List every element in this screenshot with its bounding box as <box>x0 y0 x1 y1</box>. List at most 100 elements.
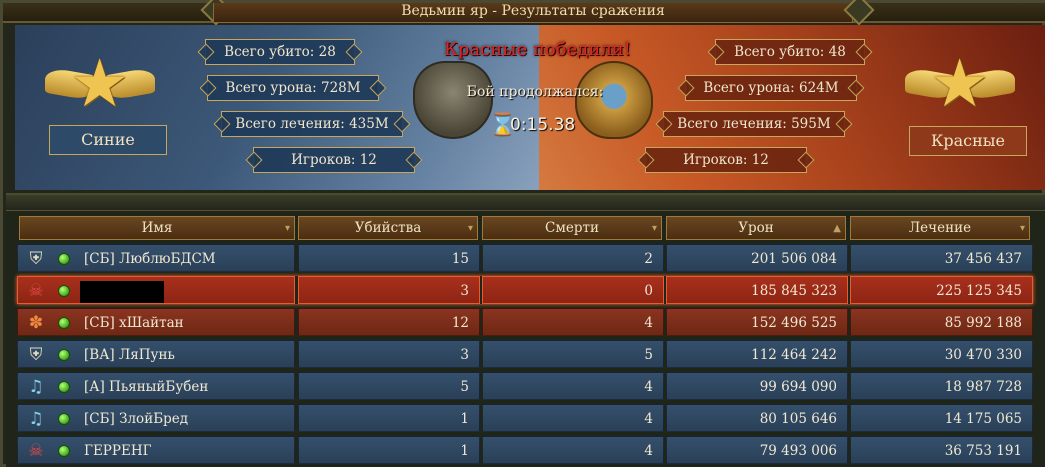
red-team-emblem-icon: ★ <box>905 51 1015 128</box>
table-row[interactable]: ⛨ [ВА] ЛяПунь 3 5 112 464 242 30 470 330 <box>17 340 1033 368</box>
cell-damage: 185 845 323 <box>666 276 848 304</box>
column-header-kills[interactable]: Убийства ▾ <box>298 216 478 240</box>
value-damage: 112 464 242 <box>751 347 837 363</box>
table-row[interactable]: ☠ 3 0 185 845 323 225 125 345 <box>17 276 1033 304</box>
cell-healing: 30 470 330 <box>850 340 1033 368</box>
value-deaths: 4 <box>644 315 653 331</box>
red-faction-crest-icon <box>575 61 653 139</box>
value-deaths: 5 <box>644 347 653 363</box>
cell-damage: 152 496 525 <box>666 308 848 336</box>
chevron-down-icon: ▾ <box>1019 223 1025 234</box>
value-deaths: 4 <box>644 379 653 395</box>
cell-healing: 18 987 728 <box>850 372 1033 400</box>
table-row[interactable]: ⛨ [СБ] ЛюблюБДСМ 15 2 201 506 084 37 456 437 <box>17 244 1033 272</box>
value-damage: 99 694 090 <box>759 379 837 395</box>
redacted-name <box>80 281 164 303</box>
cell-deaths: 4 <box>482 404 664 432</box>
player-name: [А] ПьяныйБубен <box>84 379 209 395</box>
value-deaths: 4 <box>644 443 653 459</box>
battle-summary: ★ Синие Всего убито: 28 Всего урона: 728… <box>15 25 1045 190</box>
value-healing: 18 987 728 <box>944 379 1022 395</box>
window-title: Ведьмин яр - Результаты сражения <box>213 3 853 23</box>
lute-icon: ♫ <box>28 377 44 397</box>
value-kills: 12 <box>451 315 469 331</box>
column-header-damage[interactable]: Урон ▲ <box>666 216 846 240</box>
cell-name: ♫ [А] ПьяныйБубен <box>17 372 295 400</box>
value-healing: 85 992 188 <box>944 315 1022 331</box>
column-header-deaths[interactable]: Смерти ▾ <box>482 216 662 240</box>
red-total-damage: Всего урона: 624M <box>685 75 857 101</box>
blue-total-kills: Всего убито: 28 <box>205 39 355 65</box>
online-status-icon <box>58 349 70 361</box>
cell-kills: 3 <box>298 340 480 368</box>
value-deaths: 0 <box>644 283 653 299</box>
value-kills: 1 <box>460 443 469 459</box>
paw-icon: ✽ <box>28 313 44 333</box>
column-header-name-label: Имя <box>141 220 173 236</box>
value-healing: 14 175 065 <box>944 411 1022 427</box>
cell-kills: 12 <box>298 308 480 336</box>
skull-icon: ☠ <box>28 441 44 461</box>
value-kills: 1 <box>460 411 469 427</box>
player-name: [СБ] хШайтан <box>84 315 184 331</box>
value-kills: 15 <box>451 251 469 267</box>
cell-deaths: 2 <box>482 244 664 272</box>
value-deaths: 4 <box>644 411 653 427</box>
blue-total-healing: Всего лечения: 435M <box>221 111 403 137</box>
cell-kills: 1 <box>298 436 480 464</box>
cell-damage: 112 464 242 <box>666 340 848 368</box>
cell-healing: 36 753 191 <box>850 436 1033 464</box>
cell-kills: 5 <box>298 372 480 400</box>
red-team-name: Красные <box>909 126 1027 156</box>
value-damage: 185 845 323 <box>751 283 837 299</box>
column-header-healing-label: Лечение <box>908 220 972 236</box>
blue-total-damage: Всего урона: 728M <box>207 75 379 101</box>
cell-name: ⛨ [СБ] ЛюблюБДСМ <box>17 244 295 272</box>
cell-deaths: 0 <box>482 276 664 304</box>
column-header-name[interactable]: Имя ▾ <box>19 216 295 240</box>
value-kills: 3 <box>460 347 469 363</box>
value-damage: 79 493 006 <box>759 443 837 459</box>
online-status-icon <box>58 285 70 297</box>
table-row[interactable]: ☠ ГЕРРЕНГ 1 4 79 493 006 36 753 191 <box>17 436 1033 464</box>
cell-kills: 1 <box>298 404 480 432</box>
value-kills: 5 <box>460 379 469 395</box>
value-healing: 225 125 345 <box>936 283 1022 299</box>
column-header-deaths-label: Смерти <box>545 220 599 236</box>
cell-deaths: 4 <box>482 436 664 464</box>
value-damage: 152 496 525 <box>751 315 837 331</box>
chevron-down-icon: ▾ <box>284 223 290 234</box>
red-total-healing: Всего лечения: 595M <box>663 111 845 137</box>
online-status-icon <box>58 381 70 393</box>
online-status-icon <box>58 413 70 425</box>
knight-shield-icon: ⛨ <box>29 345 43 365</box>
table-row[interactable]: ♫ [А] ПьяныйБубен 5 4 99 694 090 18 987 728 <box>17 372 1033 400</box>
online-status-icon <box>58 253 70 265</box>
chevron-down-icon: ▾ <box>651 223 657 234</box>
value-healing: 36 753 191 <box>944 443 1022 459</box>
battle-result: Красные победили! <box>443 39 632 60</box>
value-healing: 37 456 437 <box>944 251 1022 267</box>
blue-team-name: Синие <box>49 125 167 155</box>
cell-healing: 225 125 345 <box>850 276 1033 304</box>
cell-healing: 85 992 188 <box>850 308 1033 336</box>
cell-name: ♫ [СБ] ЗлойБред <box>17 404 295 432</box>
cell-name: ✽ [СБ] хШайтан <box>17 308 295 336</box>
table-row[interactable]: ✽ [СБ] хШайтан 12 4 152 496 525 85 992 188 <box>17 308 1033 336</box>
cell-damage: 79 493 006 <box>666 436 848 464</box>
online-status-icon <box>58 445 70 457</box>
column-header-healing[interactable]: Лечение ▾ <box>850 216 1030 240</box>
red-player-count: Игроков: 12 <box>645 147 807 173</box>
cell-name: ☠ <box>17 276 295 304</box>
value-damage: 201 506 084 <box>751 251 837 267</box>
player-name: [СБ] ЛюблюБДСМ <box>84 251 216 267</box>
blue-faction-crest-icon <box>413 61 493 139</box>
cell-kills: 3 <box>298 276 480 304</box>
cell-damage: 201 506 084 <box>666 244 848 272</box>
battle-duration: 0:15.38 <box>510 115 576 135</box>
value-healing: 30 470 330 <box>944 347 1022 363</box>
value-deaths: 2 <box>644 251 653 267</box>
blue-player-count: Игроков: 12 <box>253 147 415 173</box>
cell-deaths: 4 <box>482 372 664 400</box>
table-row[interactable]: ♫ [СБ] ЗлойБред 1 4 80 105 646 14 175 065 <box>17 404 1033 432</box>
